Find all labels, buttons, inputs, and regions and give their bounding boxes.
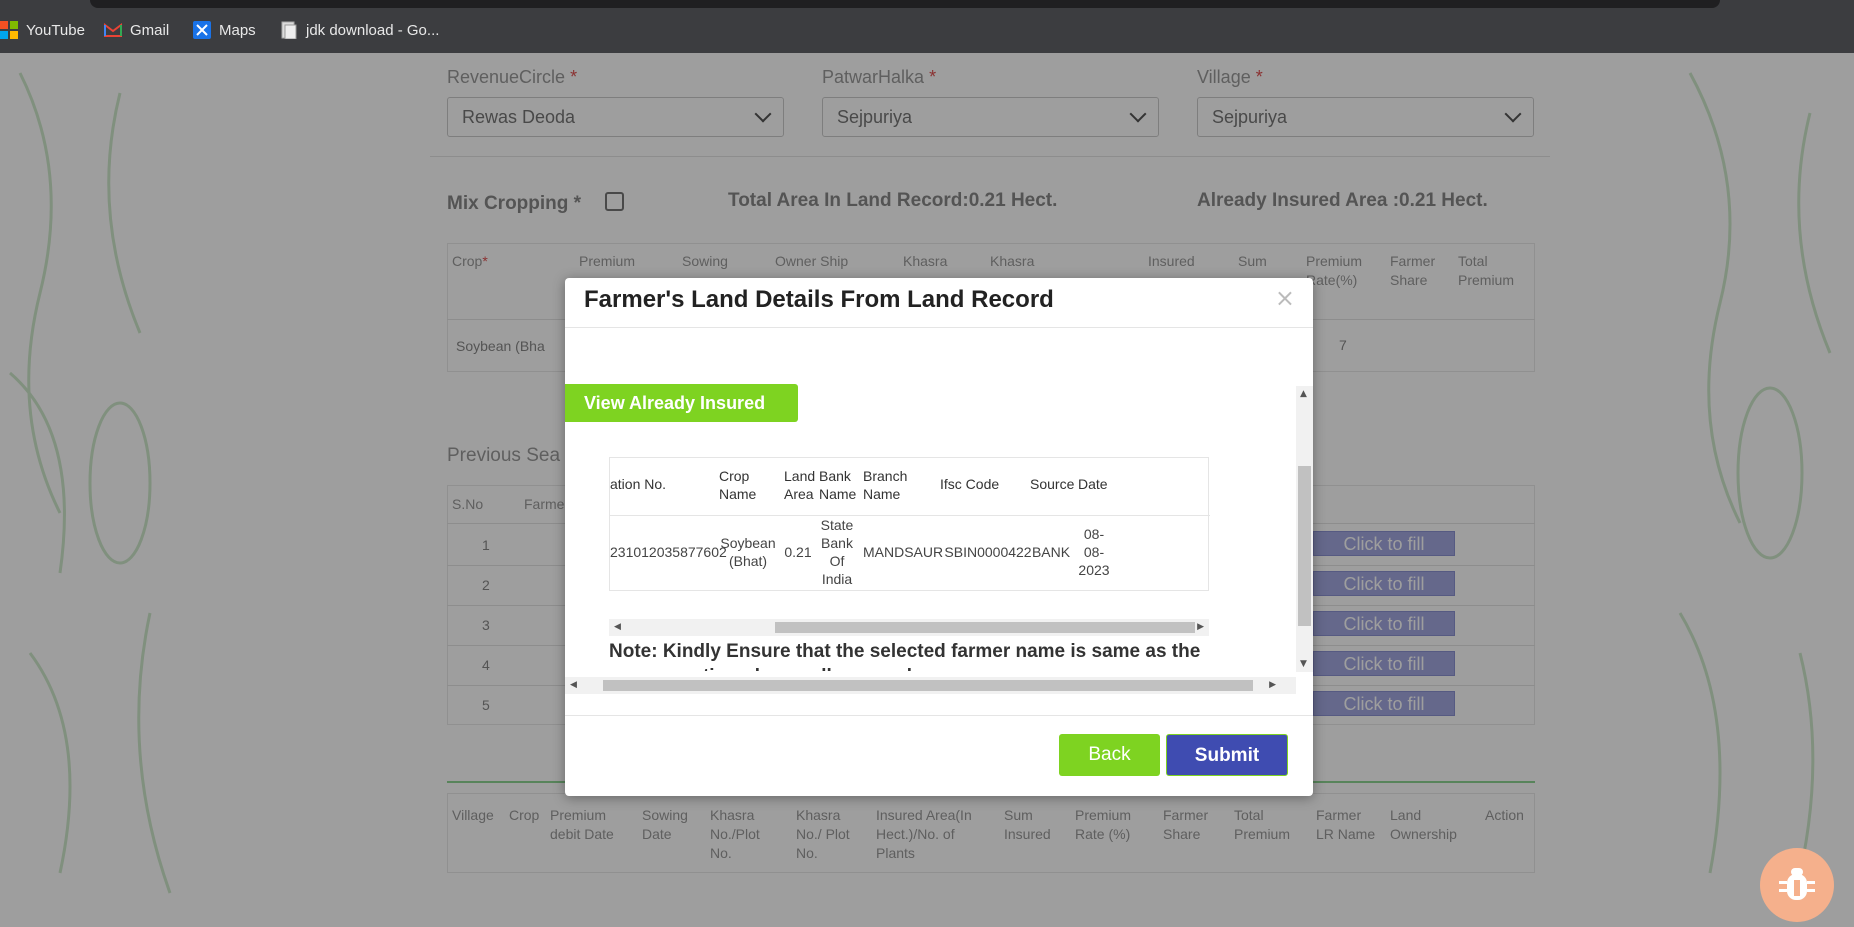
aadhaar-note: Note: Kindly Ensure that the selected fa… bbox=[609, 641, 1201, 671]
branch-name-header: Branch Name bbox=[863, 468, 908, 502]
application-no-cell: 231012035877602 bbox=[610, 544, 727, 560]
scroll-down-icon[interactable]: ▼ bbox=[1300, 659, 1307, 669]
bookmark-maps[interactable]: Maps bbox=[193, 20, 256, 40]
maps-icon bbox=[193, 21, 211, 39]
scrollbar-thumb[interactable] bbox=[603, 680, 1253, 691]
insured-details-table: ation No. Crop Name Land Area Bank Name … bbox=[609, 457, 1210, 591]
scroll-left-icon[interactable]: ◀ bbox=[614, 622, 621, 632]
modal-title: Farmer's Land Details From Land Record bbox=[584, 286, 1054, 313]
scroll-right-icon[interactable]: ▶ bbox=[1269, 680, 1276, 690]
back-button[interactable]: Back bbox=[1059, 734, 1160, 776]
source-header: Source bbox=[1030, 476, 1075, 492]
application-no-header: ation No. bbox=[610, 476, 667, 492]
bookmark-label: jdk download - Go... bbox=[306, 21, 440, 39]
gmail-icon bbox=[104, 21, 122, 39]
windows-grid-icon bbox=[0, 21, 18, 39]
ifsc-code-header: Ifsc Code bbox=[940, 476, 1000, 492]
inner-horizontal-scrollbar[interactable]: ◀ ▶ bbox=[609, 619, 1209, 636]
bookmark-label: Gmail bbox=[130, 21, 170, 39]
submit-button[interactable]: Submit bbox=[1166, 734, 1288, 776]
close-icon[interactable]: × bbox=[1275, 284, 1295, 312]
scroll-right-icon[interactable]: ▶ bbox=[1197, 622, 1204, 632]
scrollbar-thumb[interactable] bbox=[1298, 466, 1311, 626]
view-already-insured-button[interactable]: View Already Insured bbox=[565, 384, 798, 422]
bug-icon bbox=[1779, 868, 1815, 900]
scrollbar-thumb[interactable] bbox=[775, 622, 1195, 633]
tab-strip-edge bbox=[90, 0, 1720, 8]
bookmark-label: YouTube bbox=[26, 21, 85, 39]
modal-header-divider bbox=[565, 327, 1313, 328]
branch-name-cell: MANDSAUR bbox=[863, 544, 944, 560]
bookmark-label: Maps bbox=[219, 21, 256, 39]
land-details-modal: Farmer's Land Details From Land Record ×… bbox=[565, 278, 1313, 796]
modal-footer-divider bbox=[565, 715, 1313, 716]
land-area-cell: 0.21 bbox=[784, 544, 812, 560]
scroll-left-icon[interactable]: ◀ bbox=[570, 680, 577, 690]
crop-name-header: Crop Name bbox=[719, 468, 757, 502]
date-header: Date bbox=[1078, 476, 1108, 492]
scroll-up-icon[interactable]: ▲ bbox=[1300, 389, 1307, 399]
crop-name-cell: Soybean (Bhat) bbox=[720, 535, 776, 569]
bank-name-header: Bank Name bbox=[819, 468, 857, 502]
document-icon bbox=[280, 21, 298, 40]
source-cell: BANK bbox=[1031, 544, 1071, 560]
date-cell: 08-08-2023 bbox=[1078, 526, 1110, 578]
bank-name-cell: State Bank Of India bbox=[820, 517, 854, 587]
bookmark-gmail[interactable]: Gmail bbox=[104, 20, 169, 40]
land-area-header: Land Area bbox=[784, 468, 816, 502]
bookmarks-bar: YouTube Gmail Maps jdk download - Go... bbox=[0, 0, 1854, 53]
table-divider bbox=[610, 515, 1210, 516]
bookmark-youtube[interactable]: YouTube bbox=[0, 20, 85, 40]
ifsc-code-cell: SBIN0000422 bbox=[944, 544, 1032, 560]
bookmark-jdk[interactable]: jdk download - Go... bbox=[280, 20, 439, 40]
modal-horizontal-scrollbar[interactable]: ◀ ▶ bbox=[565, 677, 1296, 694]
modal-vertical-scrollbar[interactable]: ▲ ▼ bbox=[1296, 386, 1313, 672]
bug-report-button[interactable] bbox=[1760, 848, 1834, 922]
